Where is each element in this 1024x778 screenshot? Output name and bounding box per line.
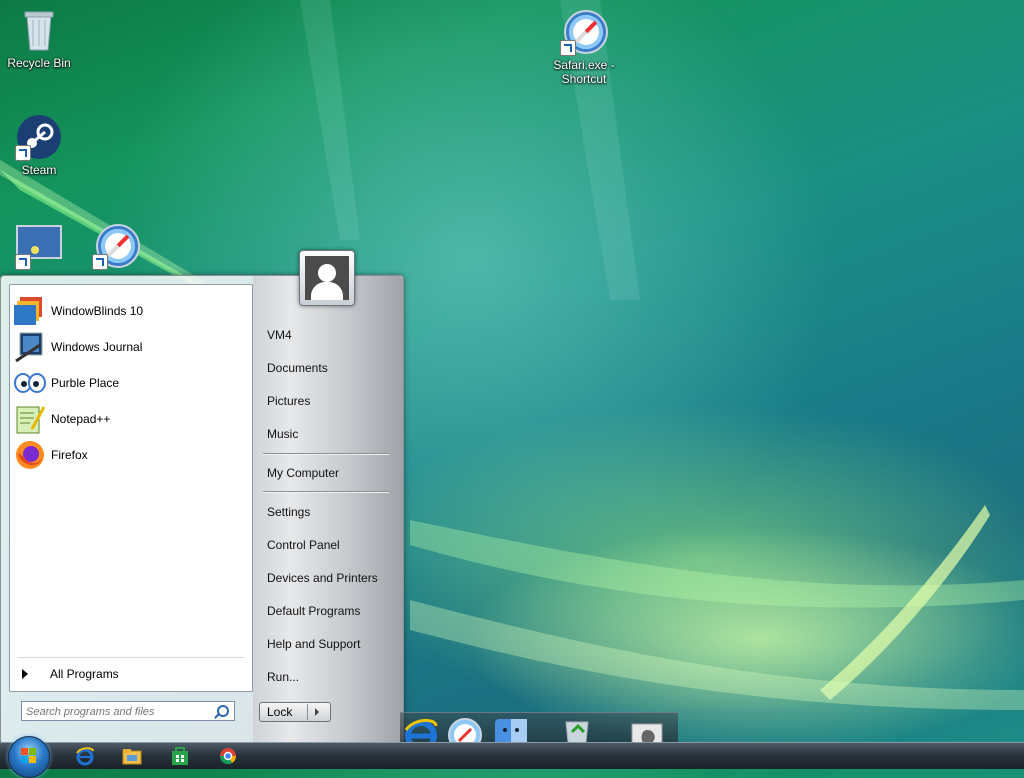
desktop-icon-recycle-bin[interactable]: Recycle Bin — [0, 6, 84, 70]
search-icon[interactable] — [217, 705, 229, 717]
desktop-icon-label: Recycle Bin — [7, 56, 71, 70]
start-item-default-programs[interactable]: Default Programs — [267, 604, 360, 618]
windowblinds-icon — [14, 295, 46, 327]
start-item-my-computer[interactable]: My Computer — [267, 466, 339, 480]
desktop-icon-safari[interactable]: Safari.exe - Shortcut — [539, 8, 629, 86]
shortcut-arrow-icon — [15, 254, 31, 270]
notepadpp-icon — [14, 403, 46, 435]
screen-shortcut-icon — [15, 222, 63, 270]
recycle-bin-icon — [15, 6, 63, 54]
firefox-icon — [14, 439, 46, 471]
desktop-icon-label: Steam — [21, 163, 57, 177]
start-item-settings[interactable]: Settings — [267, 505, 310, 519]
start-item-help-support[interactable]: Help and Support — [267, 637, 360, 651]
program-item-windows-journal[interactable]: Windows Journal — [14, 331, 246, 363]
safari-icon — [560, 8, 608, 56]
arrow-right-icon — [22, 669, 28, 679]
store-icon[interactable] — [170, 746, 190, 766]
all-programs-button[interactable]: All Programs — [14, 663, 246, 685]
shortcut-arrow-icon — [92, 254, 108, 270]
program-label: Windows Journal — [51, 340, 143, 354]
search-box[interactable] — [21, 701, 235, 721]
start-item-documents[interactable]: Documents — [267, 361, 328, 375]
program-label: WindowBlinds 10 — [51, 304, 144, 318]
program-item-windowblinds[interactable]: WindowBlinds 10 — [14, 295, 246, 327]
user-icon — [305, 256, 349, 300]
start-item-control-panel[interactable]: Control Panel — [267, 538, 340, 552]
separator — [263, 491, 389, 492]
lock-label: Lock — [267, 705, 293, 719]
program-label: Firefox — [51, 448, 88, 462]
taskbar — [0, 742, 1024, 769]
search-input[interactable] — [26, 704, 211, 720]
separator — [18, 657, 244, 658]
desktop-icon-label: Safari.exe - Shortcut — [553, 58, 615, 86]
start-item-devices-printers[interactable]: Devices and Printers — [267, 571, 378, 585]
start-item-pictures[interactable]: Pictures — [267, 394, 310, 408]
desktop-icon-partial-2[interactable] — [71, 222, 161, 270]
start-menu-right-panel: VM4 Documents Pictures Music My Computer… — [253, 276, 403, 743]
separator — [263, 453, 389, 454]
windows-logo-icon — [21, 748, 37, 764]
purble-place-icon — [14, 367, 46, 399]
start-menu: WindowBlinds 10 Windows Journal Purble P… — [0, 275, 404, 744]
separator — [307, 704, 308, 720]
shortcut-arrow-icon — [560, 40, 576, 56]
start-item-run[interactable]: Run... — [267, 670, 299, 684]
start-item-music[interactable]: Music — [267, 427, 298, 441]
safari-icon — [92, 222, 140, 270]
steam-icon — [15, 113, 63, 161]
program-label: Purble Place — [51, 376, 120, 390]
internet-explorer-icon[interactable] — [75, 746, 95, 766]
program-item-firefox[interactable]: Firefox — [14, 439, 246, 471]
desktop-icon-steam[interactable]: Steam — [0, 113, 84, 177]
windows-journal-icon — [14, 331, 46, 363]
arrow-right-icon[interactable] — [315, 708, 319, 716]
start-item-vm4[interactable]: VM4 — [267, 328, 292, 342]
program-label: Notepad++ — [51, 412, 111, 426]
file-explorer-icon[interactable] — [122, 746, 142, 766]
program-item-notepadpp[interactable]: Notepad++ — [14, 403, 246, 435]
start-button[interactable] — [8, 736, 50, 778]
chrome-icon[interactable] — [218, 746, 238, 766]
user-avatar[interactable] — [299, 250, 355, 306]
program-item-purble-place[interactable]: Purble Place — [14, 367, 246, 399]
programs-panel: WindowBlinds 10 Windows Journal Purble P… — [9, 284, 253, 692]
all-programs-label: All Programs — [50, 667, 119, 681]
shortcut-arrow-icon — [15, 145, 31, 161]
lock-button[interactable]: Lock — [259, 702, 331, 722]
